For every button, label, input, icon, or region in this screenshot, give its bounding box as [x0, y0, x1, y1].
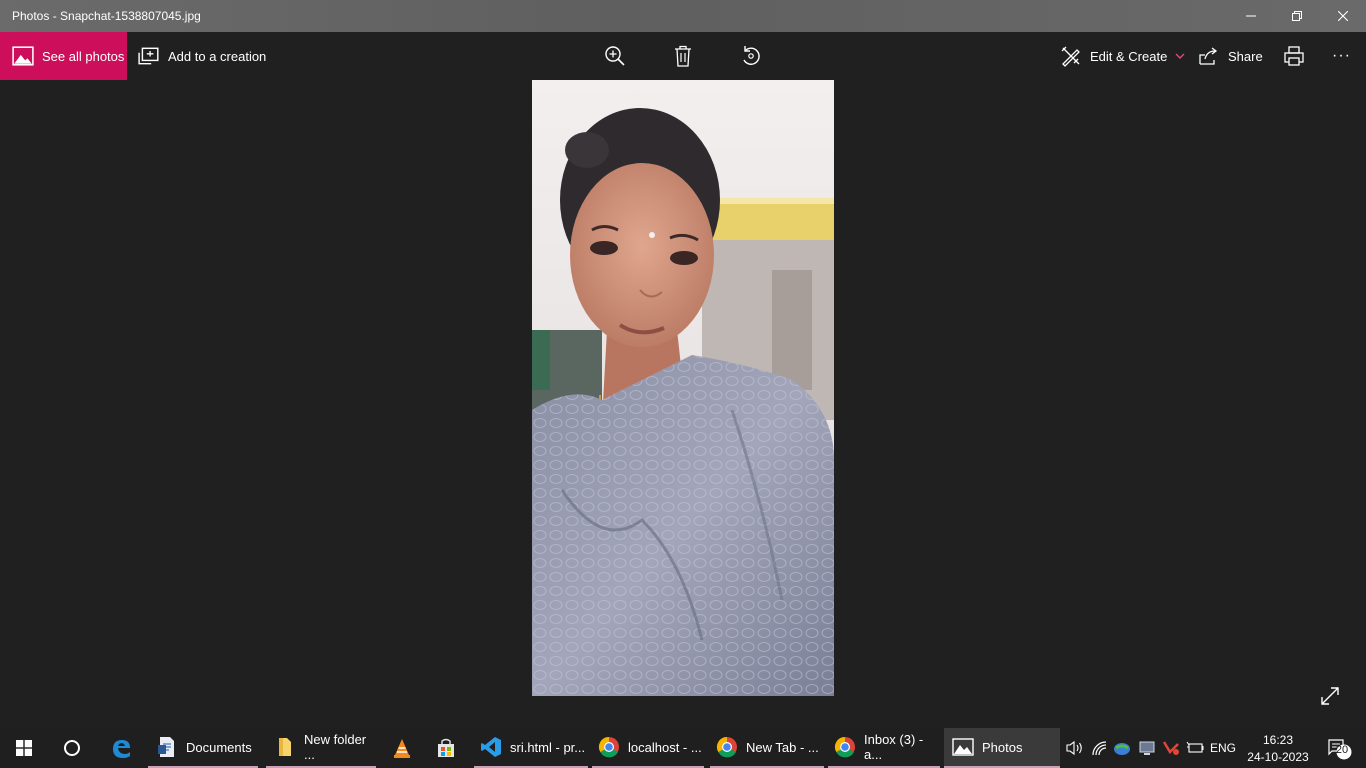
- search-button[interactable]: [48, 728, 96, 768]
- photo-image[interactable]: [532, 80, 834, 696]
- chrome-icon: [716, 736, 737, 758]
- clock[interactable]: 16:23 24-10-2023: [1240, 732, 1316, 766]
- vlc-taskbar-button[interactable]: [380, 728, 424, 768]
- taskbar-app-label: Photos: [982, 739, 1023, 755]
- zoom-in-icon: [605, 46, 625, 66]
- edge-icon: [113, 740, 130, 758]
- language-label: ENG: [1209, 741, 1236, 755]
- store-icon: [438, 738, 454, 757]
- document-icon: [158, 737, 174, 757]
- share-label: Share: [1228, 48, 1263, 64]
- toolbar: See all photos Add to a creation Edit & …: [0, 32, 1366, 80]
- language-indicator[interactable]: ENG: [1208, 728, 1238, 768]
- vscode-icon: [481, 737, 501, 757]
- restore-icon: [1292, 11, 1302, 21]
- minimize-icon: [1246, 15, 1256, 17]
- fullscreen-button[interactable]: [1318, 684, 1342, 708]
- share-icon: [1199, 47, 1218, 65]
- wifi-icon: [1092, 741, 1107, 756]
- taskbar-app-file-explorer[interactable]: New folder ...: [266, 728, 376, 768]
- store-taskbar-button[interactable]: [424, 728, 468, 768]
- cortana-icon: [64, 740, 80, 756]
- chrome-icon: [598, 736, 619, 758]
- taskbar-app-photos[interactable]: Photos: [944, 728, 1060, 768]
- more-options-button[interactable]: ···: [1332, 32, 1351, 80]
- rotate-icon: [743, 46, 760, 65]
- restore-button[interactable]: [1274, 0, 1320, 32]
- taskbar-app-documents[interactable]: Documents: [148, 728, 258, 768]
- taskbar-app-label: localhost - ...: [628, 739, 702, 755]
- add-to-creation-button[interactable]: Add to a creation: [138, 32, 266, 80]
- chevron-down-icon: [1175, 53, 1185, 59]
- globe-icon: [1114, 743, 1130, 755]
- edge-taskbar-button[interactable]: [98, 728, 144, 768]
- edit-create-label: Edit & Create: [1090, 48, 1168, 64]
- taskbar-app-chrome-inbox[interactable]: Inbox (3) - a...: [828, 728, 940, 768]
- taskbar-app-label: Inbox (3) - a...: [864, 732, 924, 762]
- close-button[interactable]: [1320, 0, 1366, 32]
- taskbar: Documents New folder ... sri.html - pr..…: [0, 728, 1366, 768]
- edit-create-icon: [1061, 46, 1080, 67]
- selfie-photo: [532, 80, 834, 696]
- tray-app-globe[interactable]: [1111, 728, 1133, 768]
- taskbar-app-vscode[interactable]: sri.html - pr...: [474, 728, 588, 768]
- chrome-icon: [834, 736, 855, 758]
- monitor-icon: [1139, 741, 1155, 755]
- taskbar-app-label: Documents: [186, 739, 252, 755]
- see-all-photos-label: See all photos: [42, 48, 125, 64]
- photos-icon: [952, 738, 974, 756]
- taskbar-app-chrome-new-tab[interactable]: New Tab - ...: [710, 728, 824, 768]
- volume-icon: [1066, 740, 1082, 756]
- trash-icon: [675, 45, 691, 67]
- photos-icon: [12, 46, 34, 66]
- rotate-button[interactable]: [740, 32, 762, 80]
- windows-icon: [16, 740, 32, 756]
- start-button[interactable]: [0, 728, 48, 768]
- vlc-icon: [394, 739, 410, 758]
- print-icon: [1284, 46, 1304, 66]
- battery-icon: [1186, 741, 1204, 753]
- clock-time: 16:23: [1262, 733, 1294, 747]
- battery-button[interactable]: [1184, 728, 1206, 768]
- more-icon: ···: [1332, 47, 1351, 64]
- zoom-button[interactable]: [604, 32, 626, 80]
- volume-button[interactable]: [1064, 728, 1086, 768]
- taskbar-app-label: New folder ...: [304, 732, 367, 762]
- clock-date: 24-10-2023: [1247, 750, 1309, 764]
- network-button[interactable]: [1088, 728, 1110, 768]
- edit-create-button[interactable]: Edit & Create: [1060, 32, 1185, 80]
- notification-count: 20: [1335, 744, 1349, 756]
- taskbar-app-label: New Tab - ...: [746, 739, 819, 755]
- taskbar-app-label: sri.html - pr...: [510, 739, 586, 755]
- tray-app-security[interactable]: [1160, 728, 1182, 768]
- add-to-creation-label: Add to a creation: [168, 48, 267, 64]
- window-title: Photos - Snapchat-1538807045.jpg: [12, 9, 201, 23]
- folder-icon: [279, 738, 291, 756]
- see-all-photos-button[interactable]: See all photos: [0, 32, 127, 80]
- tray-app-display[interactable]: [1136, 728, 1158, 768]
- close-icon: [1338, 11, 1348, 21]
- delete-button[interactable]: [672, 32, 694, 80]
- print-button[interactable]: [1283, 32, 1305, 80]
- share-button[interactable]: Share: [1198, 32, 1263, 80]
- expand-icon: [1321, 687, 1339, 705]
- minimize-button[interactable]: [1228, 0, 1274, 32]
- action-center-button[interactable]: 20: [1318, 728, 1358, 768]
- photo-viewer: [0, 80, 1366, 728]
- taskbar-app-chrome-localhost[interactable]: localhost - ...: [592, 728, 704, 768]
- security-alert-icon: [1162, 741, 1179, 755]
- add-creation-icon: [138, 47, 159, 65]
- title-bar: Photos - Snapchat-1538807045.jpg: [0, 0, 1366, 32]
